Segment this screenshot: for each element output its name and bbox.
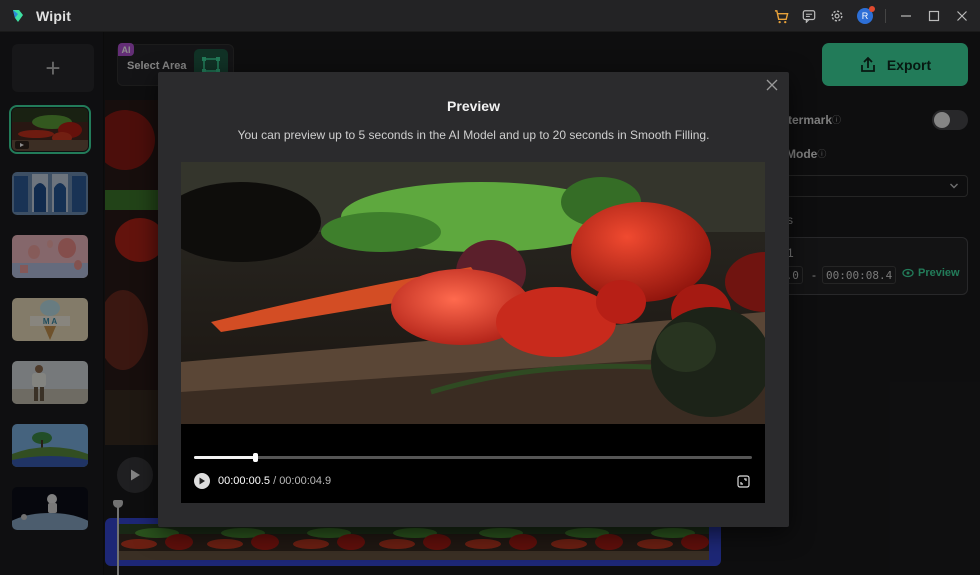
preview-time-separator: / <box>273 475 277 487</box>
play-icon <box>199 477 205 485</box>
app-logo-icon <box>10 8 26 24</box>
preview-progress-handle[interactable] <box>253 453 259 462</box>
preview-modal: Preview You can preview up to 5 seconds … <box>158 72 789 527</box>
cart-icon[interactable] <box>773 8 789 24</box>
titlebar-controls: R <box>773 0 970 32</box>
maximize-icon[interactable] <box>926 8 942 24</box>
preview-time-display: 00:00:00.5 / 00:00:04.9 <box>218 475 331 487</box>
preview-video-frame[interactable] <box>181 162 765 424</box>
modal-description: You can preview up to 5 seconds in the A… <box>237 128 710 142</box>
titlebar-divider <box>885 9 886 23</box>
title-bar: Wipit R <box>0 0 980 32</box>
preview-play-button[interactable] <box>194 473 210 489</box>
avatar[interactable]: R <box>857 6 875 24</box>
avatar-initial: R <box>861 11 869 21</box>
preview-progress-bar[interactable] <box>194 453 752 462</box>
close-icon[interactable] <box>954 8 970 24</box>
preview-duration: 00:00:04.9 <box>279 475 332 487</box>
settings-icon[interactable] <box>829 8 845 24</box>
app-window: Wipit R + M A AI Select Area Export term… <box>0 0 980 575</box>
minimize-icon[interactable] <box>898 8 914 24</box>
preview-progress-fill <box>194 456 256 459</box>
feedback-icon[interactable] <box>801 8 817 24</box>
app-title: Wipit <box>36 7 72 24</box>
modal-close-icon[interactable] <box>765 78 779 92</box>
fullscreen-icon[interactable] <box>737 475 750 488</box>
preview-current-time: 00:00:00.5 <box>218 475 270 487</box>
modal-title: Preview <box>447 98 500 114</box>
preview-player: 00:00:00.5 / 00:00:04.9 <box>181 162 765 503</box>
